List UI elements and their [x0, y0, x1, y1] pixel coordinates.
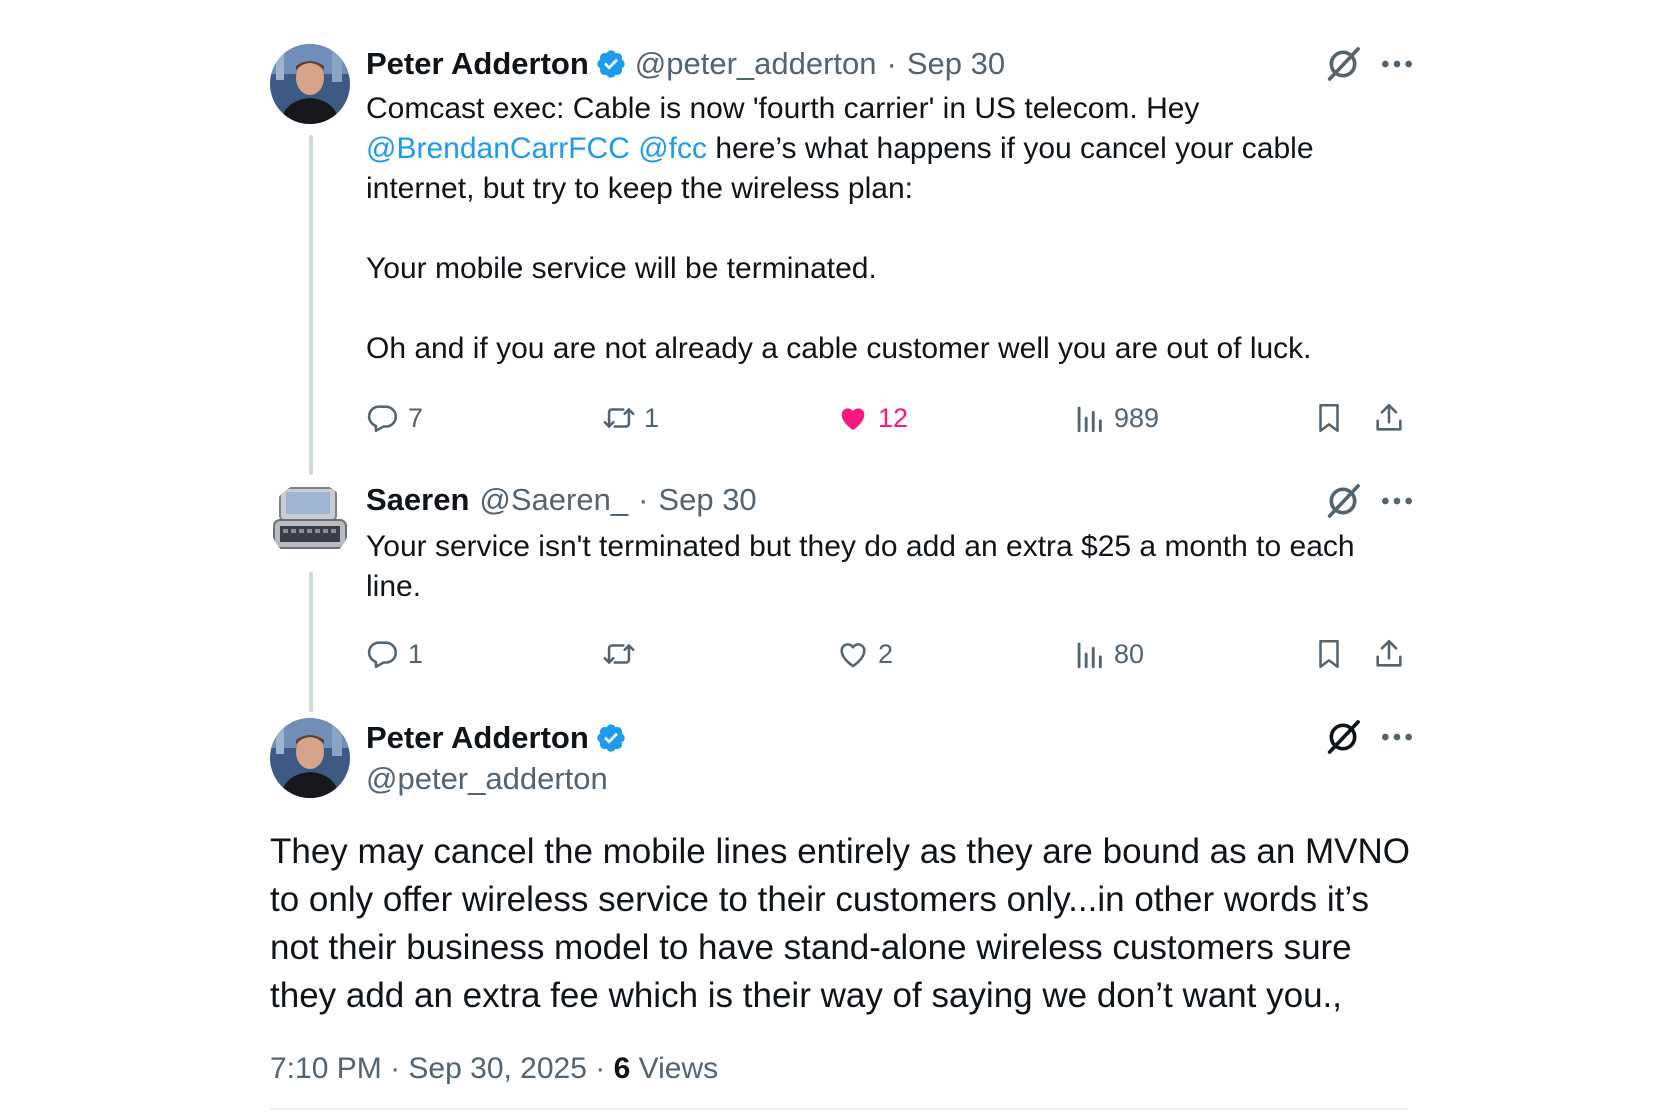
author-handle-row: @peter_adderton [366, 757, 608, 801]
reply-count: 7 [408, 402, 424, 433]
grok-icon[interactable] [1323, 44, 1363, 84]
action-bar: 7 1 12 989 [366, 396, 1406, 440]
repost-count: 1 [644, 402, 660, 433]
more-icon[interactable] [1377, 44, 1417, 84]
repost-button[interactable] [602, 632, 644, 676]
author-handle[interactable]: @peter_adderton [366, 761, 608, 797]
thread-line [309, 572, 313, 712]
author-name[interactable]: Peter Adderton [366, 46, 589, 82]
more-icon[interactable] [1377, 481, 1417, 521]
tweet-header: Peter Adderton @peter_adderton · Sep 30 [366, 42, 1005, 86]
repost-icon [602, 401, 636, 435]
author-name[interactable]: Peter Adderton [366, 720, 589, 756]
heart-icon [836, 401, 870, 435]
text-line: They may cancel the mobile lines entirel… [270, 832, 1411, 871]
more-icon[interactable] [1377, 717, 1417, 757]
tweet-header: Peter Adderton [366, 716, 635, 760]
share-icon [1372, 637, 1406, 671]
reply-icon [366, 401, 400, 435]
bookmark-button[interactable] [1312, 396, 1346, 440]
author-handle[interactable]: @Saeren_ [479, 482, 628, 518]
reply-button[interactable]: 1 [366, 632, 423, 676]
text-line: line. [366, 570, 422, 603]
main-tweet-text: They may cancel the mobile lines entirel… [270, 828, 1420, 1020]
text-line: to only offer wireless service to their … [270, 880, 1370, 919]
text-line: Comcast exec: Cable is now 'fourth carri… [366, 92, 1200, 125]
text-line: internet, but try to keep the wireless p… [366, 172, 913, 205]
repost-icon [602, 637, 636, 671]
views-icon [1072, 401, 1106, 435]
text-line: not their business model to have stand-a… [270, 928, 1352, 967]
tweet-header: Saeren @Saeren_ · Sep 30 [366, 478, 757, 522]
views-count: 6 [613, 1052, 631, 1085]
heart-icon [836, 637, 870, 671]
like-button[interactable]: 12 [836, 396, 908, 440]
repost-button[interactable]: 1 [602, 396, 659, 440]
views-icon [1072, 637, 1106, 671]
bookmark-icon [1312, 401, 1346, 435]
text-fragment: here’s what happens if you cancel your c… [707, 132, 1314, 165]
action-bar: 1 2 80 [366, 632, 1406, 676]
grok-icon[interactable] [1323, 717, 1363, 757]
tweet-text: Your service isn't terminated but they d… [366, 527, 1426, 607]
tweet-date[interactable]: Sep 30 [907, 46, 1005, 82]
share-button[interactable] [1372, 396, 1406, 440]
views-button[interactable]: 80 [1072, 632, 1144, 676]
share-icon [1372, 401, 1406, 435]
reply-icon [366, 637, 400, 671]
view-count: 989 [1114, 402, 1160, 433]
grok-icon[interactable] [1323, 481, 1363, 521]
separator: · [886, 46, 897, 81]
avatar[interactable] [270, 44, 350, 124]
views-label: Views [638, 1052, 719, 1085]
verified-badge-icon [595, 722, 627, 754]
avatar[interactable] [270, 482, 350, 562]
mention-link[interactable]: @BrendanCarrFCC [366, 132, 630, 165]
verified-badge-icon [595, 48, 627, 80]
tweet-time[interactable]: 7:10 PM [270, 1052, 382, 1085]
bookmark-button[interactable] [1312, 632, 1346, 676]
text-line: Your mobile service will be terminated. [366, 252, 877, 285]
mention-link[interactable]: @fcc [638, 132, 707, 165]
tweet-text: Comcast exec: Cable is now 'fourth carri… [366, 89, 1426, 369]
tweet-date[interactable]: Sep 30 [658, 482, 756, 518]
avatar[interactable] [270, 718, 350, 798]
separator: · [595, 1052, 606, 1085]
author-name[interactable]: Saeren [366, 482, 469, 518]
text-line: Your service isn't terminated but they d… [366, 530, 1355, 563]
like-button[interactable]: 2 [836, 632, 893, 676]
bookmark-icon [1312, 637, 1346, 671]
view-count: 80 [1114, 638, 1145, 669]
like-count: 12 [878, 402, 909, 433]
like-count: 2 [878, 638, 894, 669]
tweet-full-date[interactable]: Sep 30, 2025 [408, 1052, 587, 1085]
author-handle[interactable]: @peter_adderton [635, 46, 877, 82]
separator: · [638, 482, 649, 517]
tweet-meta: 7:10 PM · Sep 30, 2025 · 6 Views [270, 1052, 718, 1086]
thread-line [309, 135, 313, 475]
reply-button[interactable]: 7 [366, 396, 423, 440]
reply-count: 1 [408, 638, 424, 669]
share-button[interactable] [1372, 632, 1406, 676]
separator: · [390, 1052, 401, 1085]
views-button[interactable]: 989 [1072, 396, 1159, 440]
text-line: Oh and if you are not already a cable cu… [366, 332, 1312, 365]
text-line: @BrendanCarrFCC @fcc here’s what happens… [366, 129, 1426, 169]
text-line: they add an extra fee which is their way… [270, 976, 1342, 1015]
divider [270, 1108, 1408, 1110]
